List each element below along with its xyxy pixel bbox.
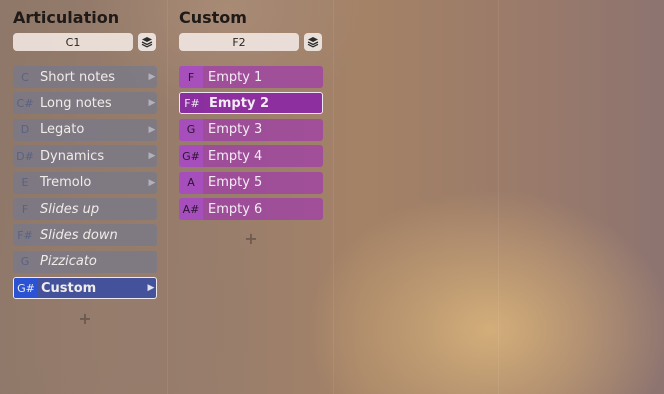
- note-name: D#: [16, 149, 34, 163]
- articulation-layers-button[interactable]: [138, 33, 156, 51]
- articulation-row[interactable]: F Slides up: [13, 198, 157, 220]
- note-name: F: [21, 202, 29, 216]
- articulation-row[interactable]: F# Slides down: [13, 224, 157, 247]
- custom-label: Empty 1: [208, 69, 263, 85]
- articulation-title: Articulation: [13, 8, 120, 27]
- note-name: F#: [180, 93, 204, 114]
- articulation-label: Slides up: [40, 201, 100, 217]
- note-name: F: [179, 66, 203, 88]
- add-articulation-button[interactable]: +: [75, 310, 95, 327]
- chevron-right-icon: ▶: [147, 283, 155, 294]
- custom-row[interactable]: A Empty 5: [179, 171, 323, 194]
- custom-row[interactable]: F Empty 1: [179, 66, 323, 88]
- custom-label: Empty 5: [208, 175, 263, 191]
- note-name: G#: [179, 145, 203, 168]
- note-name: F#: [17, 228, 33, 242]
- custom-label: Empty 2: [209, 95, 269, 111]
- layers-icon: [307, 37, 319, 48]
- articulation-row[interactable]: E Tremolo ▶: [13, 171, 157, 194]
- note-name: G: [20, 255, 30, 269]
- articulation-row[interactable]: D Legato ▶: [13, 118, 157, 141]
- note-name: C#: [16, 96, 34, 110]
- custom-label: Empty 6: [208, 201, 263, 217]
- column-divider: [167, 0, 168, 394]
- articulation-label: Long notes: [40, 95, 112, 111]
- custom-label: Empty 3: [208, 122, 263, 138]
- chevron-right-icon: ▶: [148, 124, 156, 135]
- articulation-row[interactable]: G# Custom ▶: [13, 277, 157, 300]
- custom-row[interactable]: A# Empty 6: [179, 198, 323, 220]
- articulation-label: Slides down: [40, 227, 118, 243]
- custom-label: Empty 4: [208, 148, 263, 164]
- column-divider: [498, 0, 499, 394]
- custom-row[interactable]: G# Empty 4: [179, 145, 323, 168]
- note-name: D: [20, 123, 30, 137]
- articulation-label: Dynamics: [40, 148, 105, 164]
- chevron-right-icon: ▶: [148, 151, 156, 162]
- articulation-key-field[interactable]: C1: [13, 33, 133, 51]
- chevron-right-icon: ▶: [148, 177, 156, 188]
- chevron-right-icon: ▶: [148, 98, 156, 109]
- note-name: G: [179, 118, 203, 141]
- articulation-row[interactable]: D# Dynamics ▶: [13, 145, 157, 168]
- articulation-label: Tremolo: [40, 175, 92, 191]
- articulation-row[interactable]: C Short notes ▶: [13, 66, 157, 88]
- note-name: A#: [179, 198, 203, 220]
- note-name: E: [21, 176, 29, 190]
- articulation-label: Legato: [40, 122, 85, 138]
- custom-layers-button[interactable]: [304, 33, 322, 51]
- note-name: G#: [14, 278, 38, 299]
- articulation-label: Custom: [41, 280, 97, 296]
- add-custom-button[interactable]: +: [241, 231, 261, 247]
- articulation-label: Short notes: [40, 69, 116, 85]
- column-divider: [333, 0, 334, 394]
- chevron-right-icon: ▶: [148, 72, 156, 82]
- layers-icon: [141, 37, 153, 48]
- custom-title: Custom: [179, 8, 247, 27]
- articulation-label: Pizzicato: [40, 254, 97, 270]
- note-name: A: [179, 171, 203, 194]
- note-name: C: [21, 70, 29, 84]
- custom-row[interactable]: G Empty 3: [179, 118, 323, 141]
- articulation-row[interactable]: C# Long notes ▶: [13, 92, 157, 115]
- custom-row[interactable]: F# Empty 2: [179, 92, 323, 115]
- articulation-row[interactable]: G Pizzicato: [13, 250, 157, 273]
- custom-key-field[interactable]: F2: [179, 33, 299, 51]
